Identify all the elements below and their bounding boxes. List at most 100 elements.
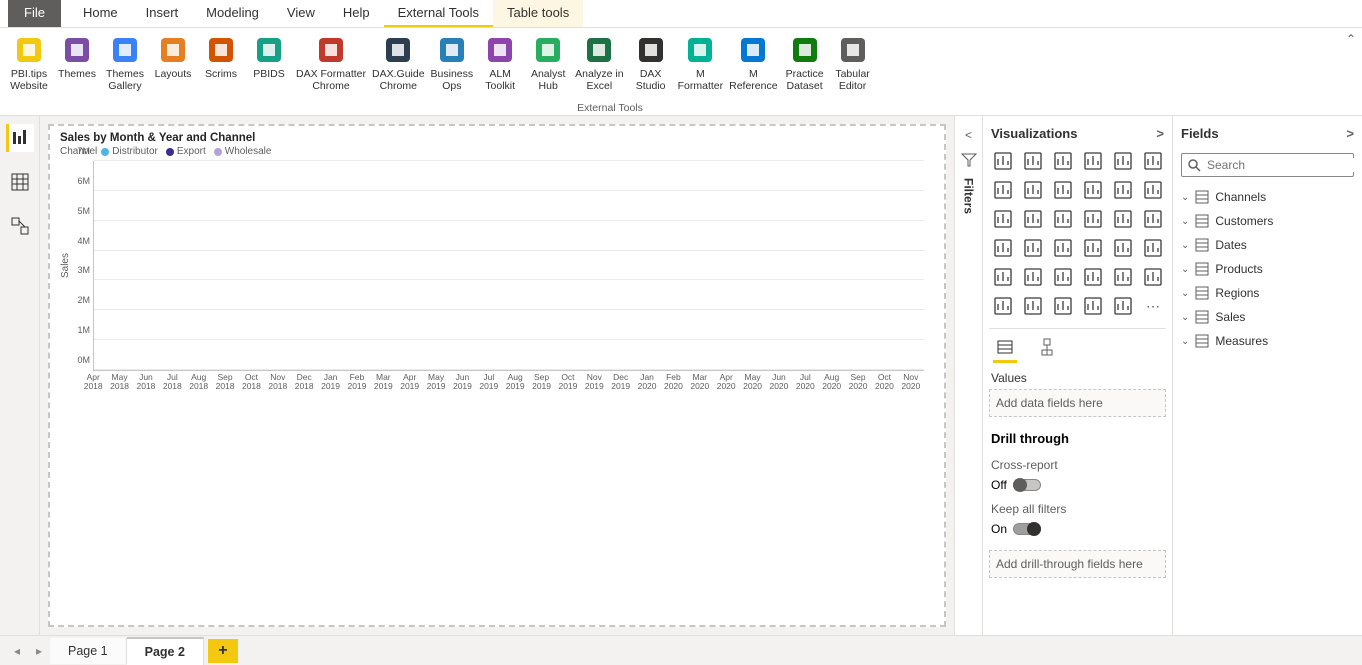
ribbon-item-m[interactable]: MReference	[729, 34, 777, 92]
ribbon-item-m[interactable]: MFormatter	[678, 34, 724, 92]
tab-help[interactable]: Help	[329, 0, 384, 27]
field-table-regions[interactable]: ⌄Regions	[1179, 281, 1356, 305]
viz-multi-row-card-icon[interactable]	[1141, 236, 1165, 260]
keep-filters-toggle[interactable]	[1013, 523, 1041, 535]
viz-100-stacked-bar-icon[interactable]	[1111, 149, 1135, 173]
viz-more-icon[interactable]: ⋯	[1141, 294, 1165, 318]
viz-paginated-icon[interactable]	[1081, 294, 1105, 318]
viz-treemap-icon[interactable]	[1141, 207, 1165, 231]
viz-py-visual-icon[interactable]	[1141, 265, 1165, 289]
viz-100-stacked-column-icon[interactable]	[1141, 149, 1165, 173]
x-tick: Jul2019	[476, 371, 502, 392]
tab-file[interactable]: File	[8, 0, 61, 27]
viz-donut-icon[interactable]	[1111, 207, 1135, 231]
viz-stacked-column-icon[interactable]	[1021, 149, 1045, 173]
viz-table-icon[interactable]	[1051, 265, 1075, 289]
fields-mode-icon[interactable]	[993, 335, 1017, 359]
x-tick: Dec2019	[608, 371, 634, 392]
values-well[interactable]: Add data fields here	[989, 389, 1166, 417]
report-view-icon[interactable]	[6, 124, 34, 152]
viz-kpi-icon[interactable]	[991, 265, 1015, 289]
ribbon-item-alm[interactable]: ALMToolkit	[479, 34, 521, 92]
cross-report-toggle[interactable]	[1013, 479, 1041, 491]
chevron-right-icon[interactable]: >	[1346, 126, 1354, 141]
tab-external-tools[interactable]: External Tools	[384, 0, 493, 27]
viz-card-icon[interactable]	[1111, 236, 1135, 260]
ribbon-item-tabular[interactable]: TabularEditor	[832, 34, 874, 92]
field-table-channels[interactable]: ⌄Channels	[1179, 185, 1356, 209]
page-prev-icon[interactable]: ◂	[6, 644, 28, 658]
page-tab-2[interactable]: Page 2	[127, 637, 204, 665]
data-view-icon[interactable]	[6, 168, 34, 196]
pbi-tips-icon	[13, 34, 45, 66]
viz-decomposition-tree-icon[interactable]	[1021, 294, 1045, 318]
ribbon-item-analyze-in[interactable]: Analyze inExcel	[575, 34, 623, 92]
viz-gauge-icon[interactable]	[1081, 236, 1105, 260]
ribbon-item-pbids[interactable]: PBIDS	[248, 34, 290, 80]
tab-insert[interactable]: Insert	[132, 0, 193, 27]
format-mode-icon[interactable]	[1035, 335, 1059, 359]
viz-waterfall-icon[interactable]	[991, 207, 1015, 231]
x-tick: Sep2020	[845, 371, 871, 392]
drill-through-well[interactable]: Add drill-through fields here	[989, 550, 1166, 578]
add-page-button[interactable]: +	[208, 639, 238, 663]
field-table-products[interactable]: ⌄Products	[1179, 257, 1356, 281]
tab-view[interactable]: View	[273, 0, 329, 27]
report-canvas[interactable]: Sales by Month & Year and Channel Channe…	[48, 124, 946, 627]
field-table-measures[interactable]: ⌄Measures	[1179, 329, 1356, 353]
viz-stacked-bar-icon[interactable]	[991, 149, 1015, 173]
viz-clustered-column-icon[interactable]	[1081, 149, 1105, 173]
chart-visual[interactable]: Sales by Month & Year and Channel Channe…	[60, 132, 924, 392]
viz-shape-map-icon[interactable]	[1051, 236, 1075, 260]
ribbon-item-business[interactable]: BusinessOps	[431, 34, 474, 92]
viz-clustered-bar-icon[interactable]	[1051, 149, 1075, 173]
x-tick: May2020	[739, 371, 765, 392]
viz-power-apps-icon[interactable]	[1111, 294, 1135, 318]
viz-qna-icon[interactable]	[1051, 294, 1075, 318]
viz-line-icon[interactable]	[991, 178, 1015, 202]
ribbon-item-dax-guide[interactable]: DAX.GuideChrome	[372, 34, 425, 92]
ribbon-item-practice[interactable]: PracticeDataset	[784, 34, 826, 92]
ribbon-item-themes[interactable]: ThemesGallery	[104, 34, 146, 92]
ribbon-collapse-icon[interactable]: ⌃	[1346, 32, 1356, 46]
chart-legend: Channel DistributorExportWholesale	[60, 146, 924, 157]
ribbon-item-analyst[interactable]: AnalystHub	[527, 34, 569, 92]
viz-stacked-area-icon[interactable]	[1051, 178, 1075, 202]
field-table-sales[interactable]: ⌄Sales	[1179, 305, 1356, 329]
viz-matrix-icon[interactable]	[1081, 265, 1105, 289]
filters-pane-collapsed[interactable]: < Filters	[954, 116, 982, 635]
viz-pie-icon[interactable]	[1081, 207, 1105, 231]
model-view-icon[interactable]	[6, 212, 34, 240]
viz-slicer-icon[interactable]	[1021, 265, 1045, 289]
chevron-right-icon[interactable]: >	[1156, 126, 1164, 141]
tab-table-tools[interactable]: Table tools	[493, 0, 583, 27]
viz-ribbon-icon[interactable]	[1141, 178, 1165, 202]
ribbon-item-dax[interactable]: DAXStudio	[630, 34, 672, 92]
chevron-left-icon[interactable]: <	[965, 128, 972, 142]
ribbon-item-dax-formatter[interactable]: DAX FormatterChrome	[296, 34, 366, 92]
tab-modeling[interactable]: Modeling	[192, 0, 273, 27]
viz-line-stacked-icon[interactable]	[1111, 178, 1135, 202]
tab-home[interactable]: Home	[69, 0, 132, 27]
viz-area-icon[interactable]	[1021, 178, 1045, 202]
table-icon	[1195, 262, 1209, 276]
field-table-dates[interactable]: ⌄Dates	[1179, 233, 1356, 257]
viz-scatter-icon[interactable]	[1051, 207, 1075, 231]
x-tick: Jan2020	[634, 371, 660, 392]
viz-filled-map-icon[interactable]	[1021, 236, 1045, 260]
ribbon-item-layouts[interactable]: Layouts	[152, 34, 194, 80]
viz-map-icon[interactable]	[991, 236, 1015, 260]
ribbon-item-themes[interactable]: Themes	[56, 34, 98, 80]
fields-search[interactable]	[1181, 153, 1354, 177]
viz-key-influencers-icon[interactable]	[991, 294, 1015, 318]
x-tick: Apr2018	[80, 371, 106, 392]
viz-line-clustered-icon[interactable]	[1081, 178, 1105, 202]
ribbon-item-scrims[interactable]: Scrims	[200, 34, 242, 80]
page-tab-1[interactable]: Page 1	[50, 638, 127, 664]
viz-funnel-icon[interactable]	[1021, 207, 1045, 231]
search-input[interactable]	[1207, 158, 1362, 172]
viz-r-visual-icon[interactable]	[1111, 265, 1135, 289]
field-table-customers[interactable]: ⌄Customers	[1179, 209, 1356, 233]
ribbon-item-pbi-tips[interactable]: PBI.tipsWebsite	[8, 34, 50, 92]
page-next-icon[interactable]: ▸	[28, 644, 50, 658]
